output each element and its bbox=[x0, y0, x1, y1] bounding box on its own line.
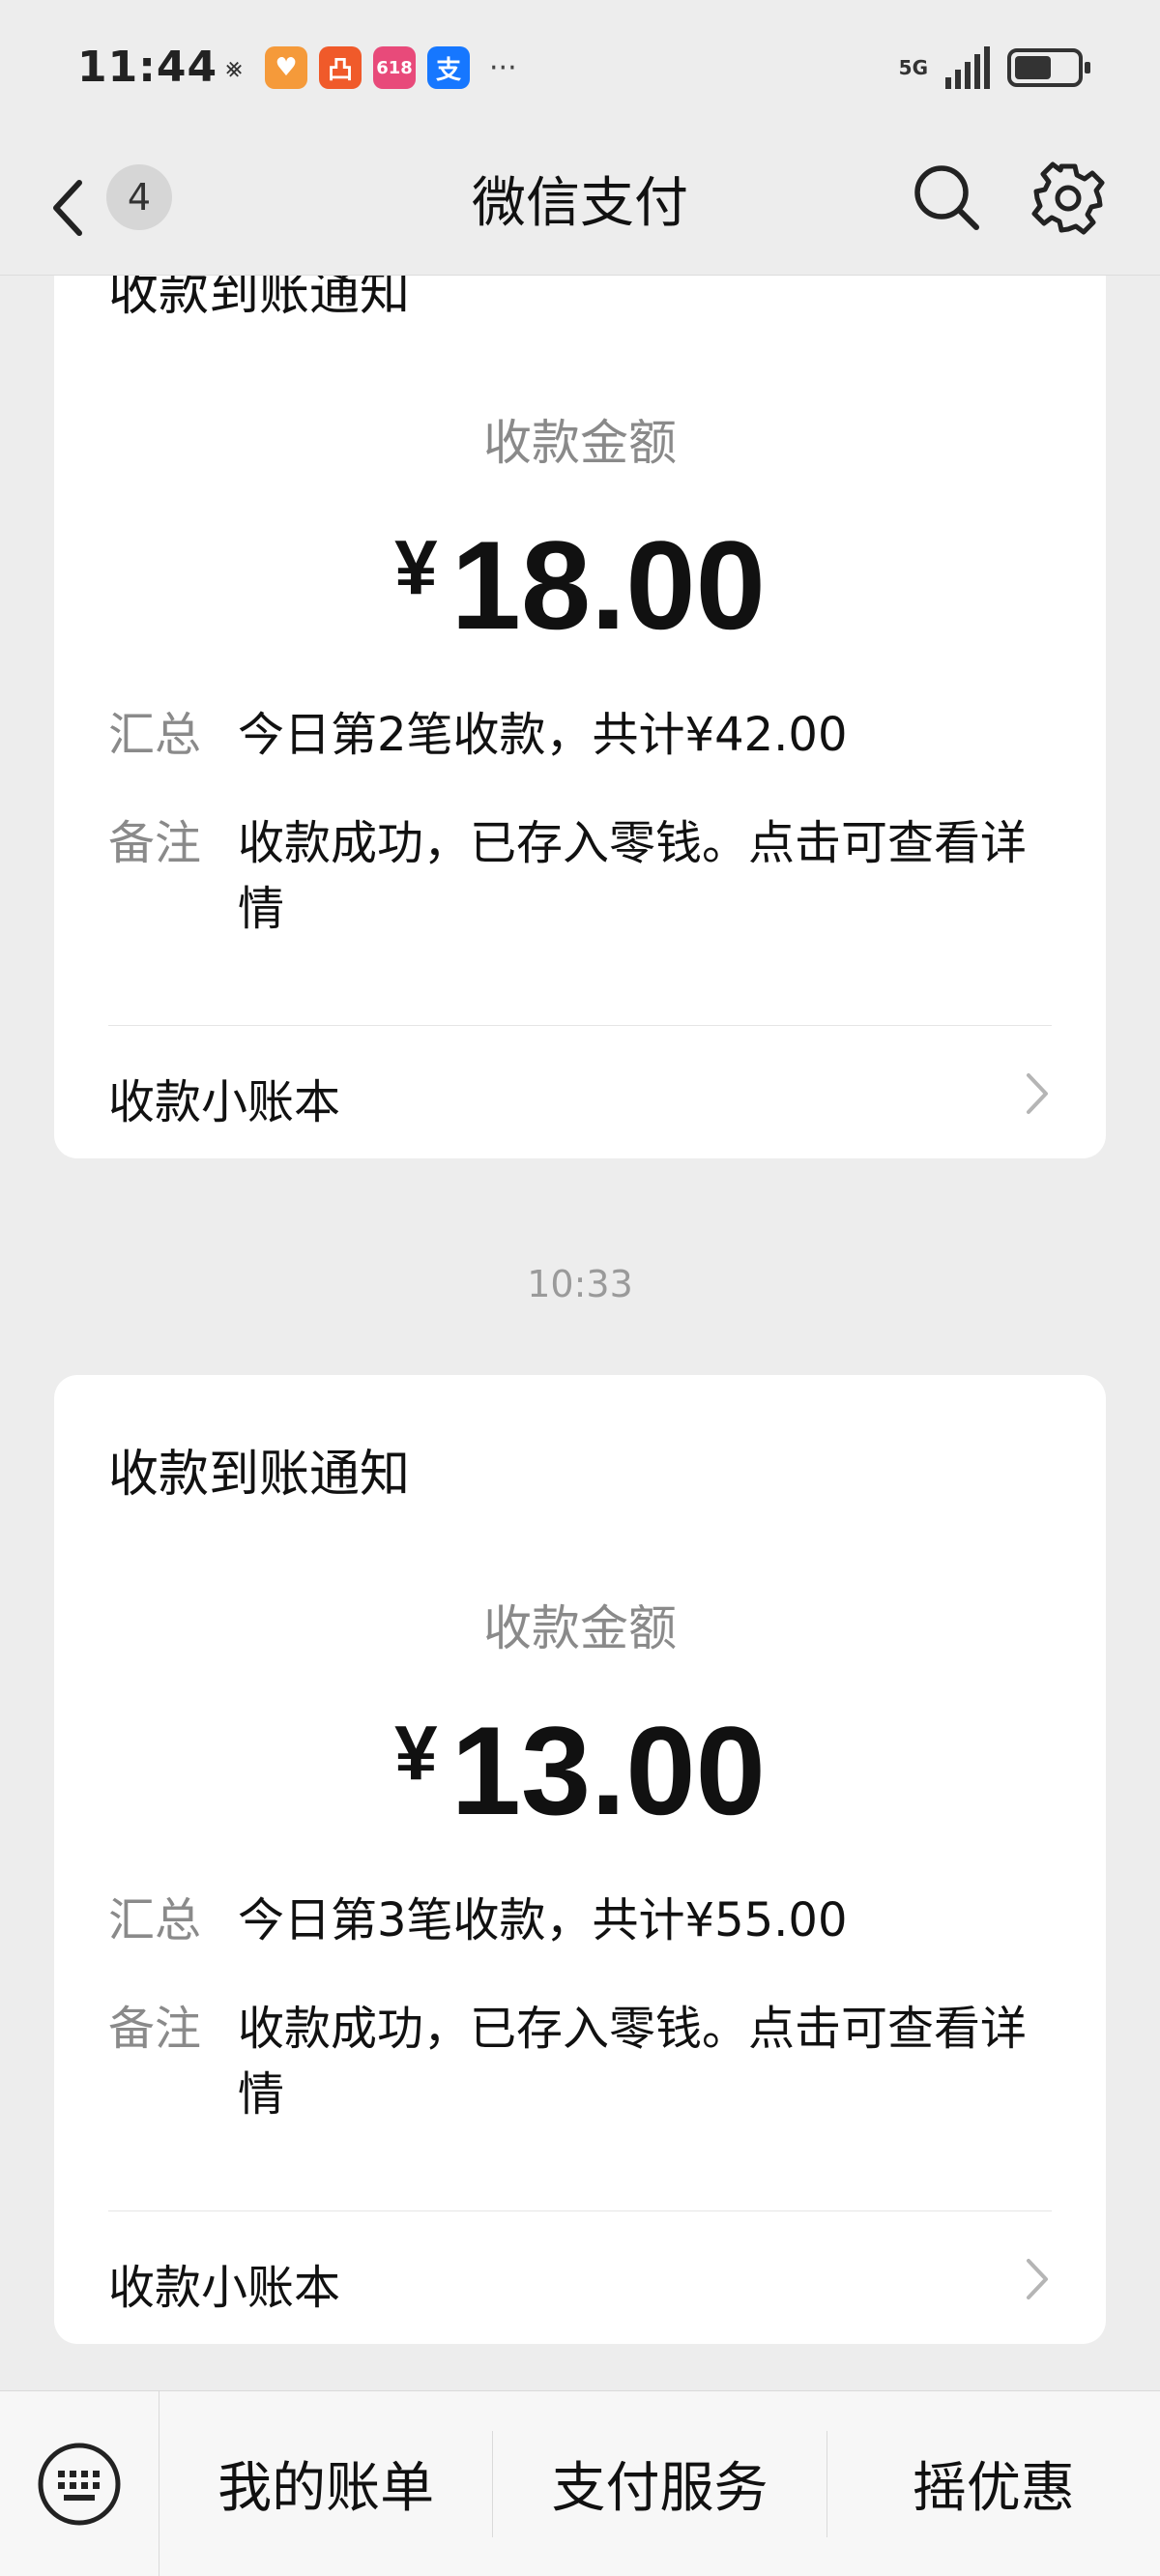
summary-row: 汇总 今日第2笔收款，共计¥42.00 bbox=[108, 702, 1056, 768]
menu-my-bills[interactable]: 我的账单 bbox=[160, 2430, 494, 2537]
signal-icon bbox=[945, 46, 990, 89]
note-row: 备注 收款成功，已存入零钱。点击可查看详情 bbox=[108, 1996, 1056, 2127]
summary-key: 汇总 bbox=[108, 1893, 202, 1947]
618-app-icon: 618 bbox=[373, 46, 416, 89]
title-bar: 4 微信支付 bbox=[0, 140, 1160, 276]
summary-value: 今日第2笔收款，共计¥42.00 bbox=[238, 708, 848, 762]
status-time: 11:44 bbox=[77, 43, 218, 92]
summary-value: 今日第3笔收款，共计¥55.00 bbox=[238, 1893, 848, 1947]
heart-app-icon: ♥ bbox=[265, 46, 307, 89]
status-indicators: 5G bbox=[898, 46, 1090, 89]
currency-symbol: ¥ bbox=[394, 524, 438, 610]
payment-notification-card[interactable]: 收款到账通知 收款金额 ¥18.00 汇总 今日第2笔收款，共计¥42.00 备… bbox=[54, 222, 1106, 1158]
more-notifications-icon: ··· bbox=[489, 50, 517, 85]
chevron-right-icon bbox=[1027, 1073, 1048, 1114]
page-title: 微信支付 bbox=[472, 172, 688, 235]
note-row: 备注 收款成功，已存入零钱。点击可查看详情 bbox=[108, 810, 1056, 942]
keyboard-toggle-button[interactable] bbox=[0, 2391, 160, 2576]
note-value: 收款成功，已存入零钱。点击可查看详情 bbox=[238, 816, 1028, 936]
note-value: 收款成功，已存入零钱。点击可查看详情 bbox=[238, 2002, 1028, 2122]
summary-row: 汇总 今日第3笔收款，共计¥55.00 bbox=[108, 1888, 1056, 1953]
amount-number: 18.00 bbox=[450, 514, 766, 656]
summary-key: 汇总 bbox=[108, 708, 202, 762]
search-button[interactable] bbox=[909, 160, 986, 237]
card-title: 收款到账通知 bbox=[108, 1446, 411, 1504]
search-icon bbox=[914, 165, 979, 230]
note-key: 备注 bbox=[108, 2002, 202, 2056]
status-bar: 11:44 ⨳ ♥ 凸 618 支 ··· 5G bbox=[0, 0, 1160, 140]
alipay-icon: 支 bbox=[427, 46, 470, 89]
currency-symbol: ¥ bbox=[394, 1710, 438, 1796]
payment-notification-card[interactable]: 收款到账通知 收款金额 ¥13.00 汇总 今日第3笔收款，共计¥55.00 备… bbox=[54, 1375, 1106, 2344]
menu-payment-services[interactable]: 支付服务 bbox=[493, 2430, 827, 2537]
settings-button[interactable] bbox=[1030, 160, 1107, 237]
amount-value: ¥13.00 bbox=[54, 1698, 1106, 1843]
amount-label: 收款金额 bbox=[483, 1600, 677, 1656]
muted-call-icon: ⨳ bbox=[225, 51, 243, 83]
ledger-link[interactable]: 收款小账本 bbox=[108, 2249, 340, 2317]
keyboard-icon bbox=[38, 2443, 121, 2525]
ledger-link[interactable]: 收款小账本 bbox=[108, 1064, 340, 1131]
message-timestamp: 10:33 bbox=[527, 1263, 633, 1305]
chevron-right-icon bbox=[1027, 2259, 1048, 2299]
amount-value: ¥18.00 bbox=[54, 512, 1106, 658]
divider bbox=[108, 2210, 1052, 2211]
divider bbox=[108, 1025, 1052, 1026]
gear-icon bbox=[1031, 161, 1105, 235]
bottom-menu: 我的账单 支付服务 摇优惠 bbox=[0, 2390, 1160, 2576]
menu-shake-discounts[interactable]: 摇优惠 bbox=[827, 2431, 1160, 2537]
battery-icon bbox=[1007, 48, 1090, 87]
amount-number: 13.00 bbox=[450, 1700, 766, 1841]
status-app-icons: ⨳ ♥ 凸 618 支 ··· bbox=[215, 46, 517, 89]
network-type: 5G bbox=[898, 56, 928, 79]
orange-app-icon: 凸 bbox=[319, 46, 362, 89]
note-key: 备注 bbox=[108, 816, 202, 870]
amount-label: 收款金额 bbox=[483, 415, 677, 471]
